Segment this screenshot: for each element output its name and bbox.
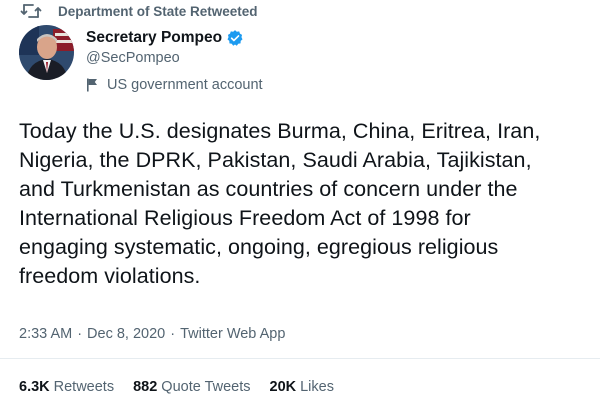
avatar[interactable] xyxy=(19,25,74,80)
tweet-text-line: International Religious Freedom Act of 1… xyxy=(19,206,471,230)
likes-count: 20K xyxy=(269,379,297,395)
author-block: Secretary Pompeo @SecPompeo US governmen… xyxy=(86,28,263,94)
tweet-meta: 2:33 AM · Dec 8, 2020 · Twitter Web App xyxy=(19,324,285,344)
tweet-text-line: Nigeria, the DPRK, Pakistan, Saudi Arabi… xyxy=(19,148,532,172)
handle[interactable]: @SecPompeo xyxy=(86,50,263,70)
tweet-text-line: engaging systematic, ongoing, egregious … xyxy=(19,235,499,259)
likes-stat[interactable]: 20K Likes xyxy=(270,379,334,395)
likes-label: Likes xyxy=(300,379,334,395)
retweet-context[interactable]: Department of State Retweeted xyxy=(18,3,258,19)
quote-tweets-label: Quote Tweets xyxy=(161,379,251,395)
quote-tweets-stat[interactable]: 882 Quote Tweets xyxy=(133,379,250,395)
meta-separator: · xyxy=(170,326,176,342)
retweets-stat[interactable]: 6.3K Retweets xyxy=(19,379,114,395)
verified-badge-icon xyxy=(226,29,244,47)
retweet-icon xyxy=(18,3,44,19)
name-row[interactable]: Secretary Pompeo xyxy=(86,28,263,48)
tweet-text-line: Today the U.S. designates Burma, China, … xyxy=(19,119,541,143)
retweets-count: 6.3K xyxy=(19,379,50,395)
tweet-text-line: freedom violations. xyxy=(19,264,201,288)
government-account-label[interactable]: US government account xyxy=(86,76,263,94)
display-name[interactable]: Secretary Pompeo xyxy=(86,29,222,47)
tweet-time[interactable]: 2:33 AM xyxy=(19,326,72,342)
tweet-date[interactable]: Dec 8, 2020 xyxy=(87,326,165,342)
flag-icon xyxy=(86,78,98,92)
government-account-text: US government account xyxy=(107,77,263,93)
tweet-stats: 6.3K Retweets 882 Quote Tweets 20K Likes xyxy=(19,377,353,397)
retweet-context-text[interactable]: Department of State Retweeted xyxy=(58,4,258,19)
meta-separator: · xyxy=(77,326,83,342)
quote-tweets-count: 882 xyxy=(133,379,158,395)
retweets-label: Retweets xyxy=(53,379,115,395)
divider xyxy=(0,358,600,359)
tweet-source[interactable]: Twitter Web App xyxy=(180,326,285,342)
tweet-text: Today the U.S. designates Burma, China, … xyxy=(19,117,594,291)
tweet-text-line: and Turkmenistan as countries of concern… xyxy=(19,177,518,201)
